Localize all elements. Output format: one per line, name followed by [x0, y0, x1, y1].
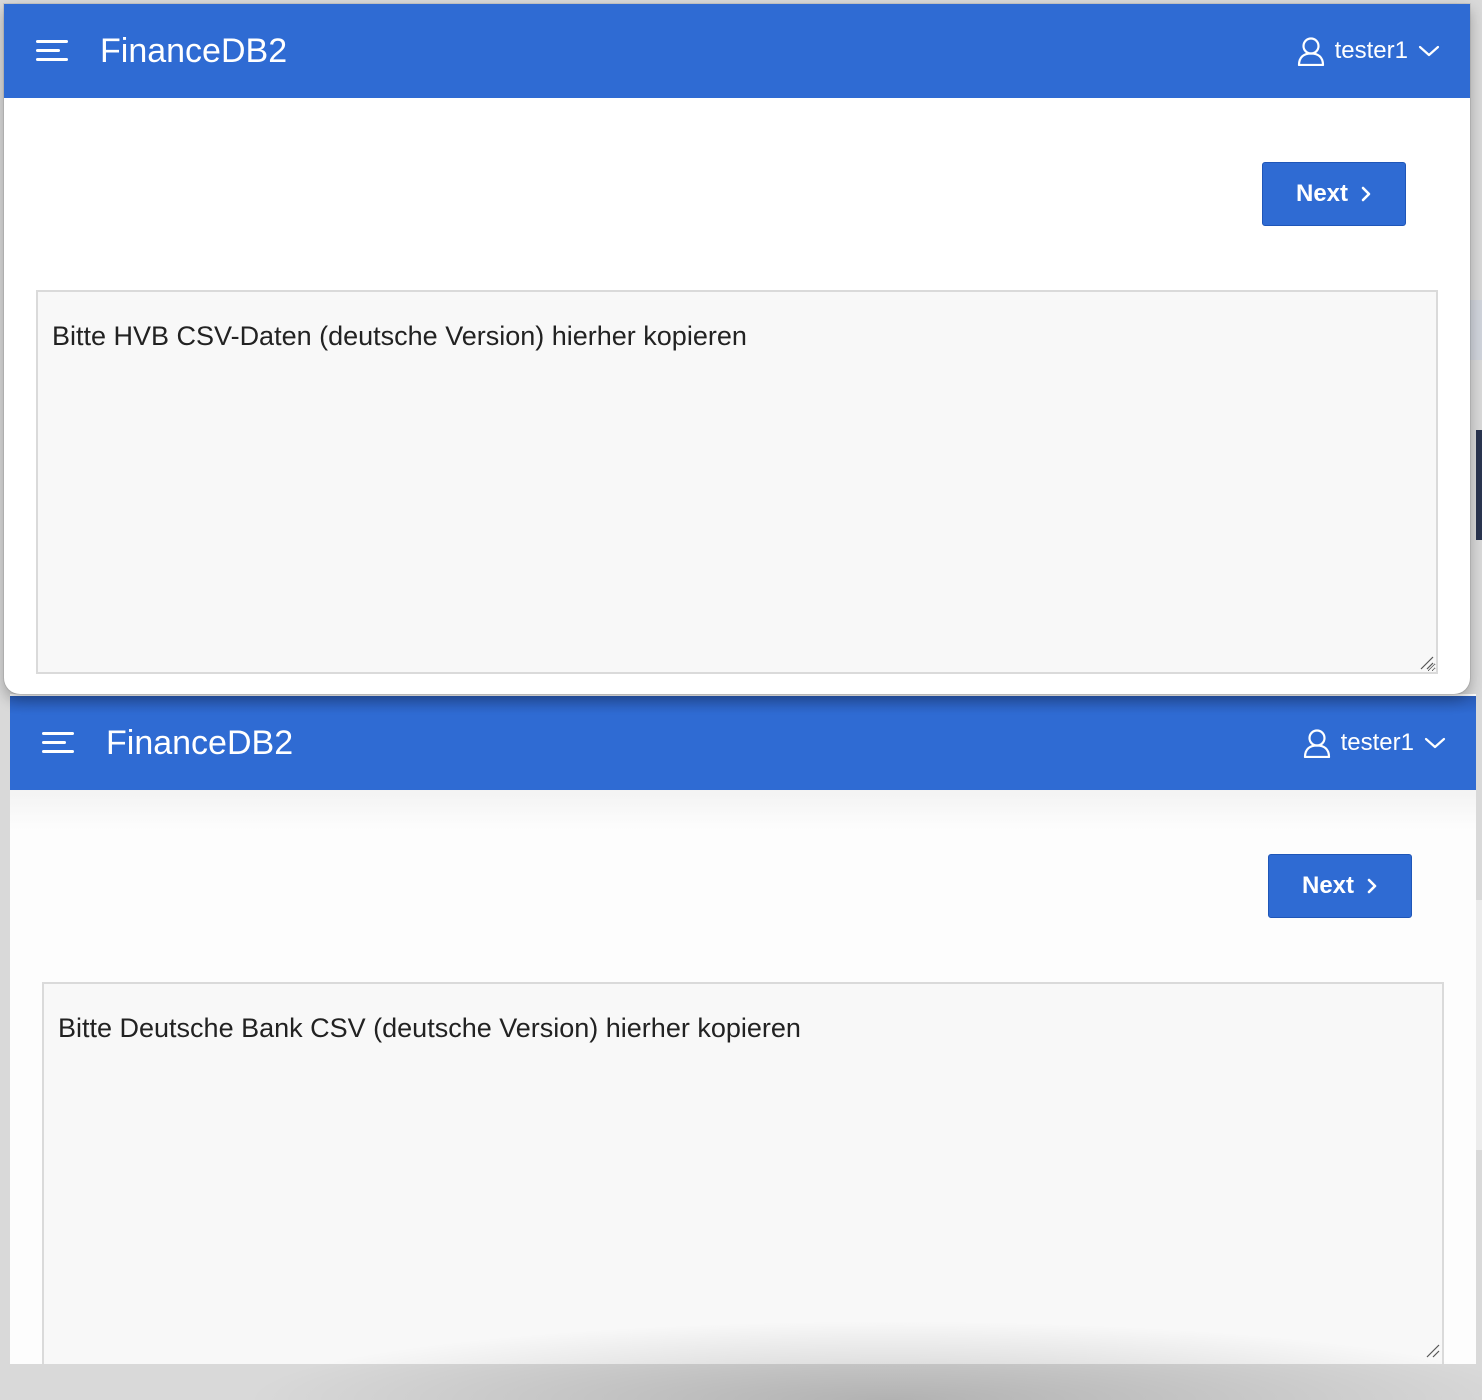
resize-handle-icon[interactable] — [1424, 1342, 1440, 1358]
csv-input-textarea[interactable] — [42, 982, 1444, 1364]
chevron-right-icon — [1360, 185, 1372, 203]
user-name: tester1 — [1340, 729, 1414, 756]
hamburger-menu-icon[interactable] — [40, 729, 76, 757]
page-body: Next — [10, 790, 1476, 1364]
window-hvb-import: FinanceDB2 tester1 Next — [4, 4, 1470, 694]
background-window-edge — [1476, 430, 1482, 540]
window-deutsche-bank-import: FinanceDB2 tester1 Next — [10, 694, 1476, 1364]
next-button[interactable]: Next — [1268, 854, 1412, 918]
next-button[interactable]: Next — [1262, 162, 1406, 226]
background-window-edge — [1470, 300, 1482, 360]
user-name: tester1 — [1334, 37, 1408, 64]
user-icon — [1303, 728, 1331, 758]
app-title: FinanceDB2 — [100, 32, 288, 70]
resize-handle-icon[interactable] — [1418, 654, 1434, 670]
chevron-down-icon — [1424, 736, 1446, 750]
user-menu[interactable]: tester1 — [1303, 726, 1446, 760]
chevron-down-icon — [1418, 44, 1440, 58]
hamburger-menu-icon[interactable] — [34, 37, 70, 65]
user-icon — [1297, 36, 1325, 66]
app-title: FinanceDB2 — [106, 724, 294, 762]
next-button-label: Next — [1295, 180, 1349, 207]
app-header: FinanceDB2 tester1 — [4, 4, 1470, 98]
chevron-right-icon — [1366, 877, 1378, 895]
csv-input-textarea[interactable] — [36, 290, 1438, 674]
app-header: FinanceDB2 tester1 — [10, 696, 1476, 790]
next-button-label: Next — [1301, 872, 1355, 899]
user-menu[interactable]: tester1 — [1297, 34, 1440, 68]
page-body: Next — [4, 98, 1470, 694]
